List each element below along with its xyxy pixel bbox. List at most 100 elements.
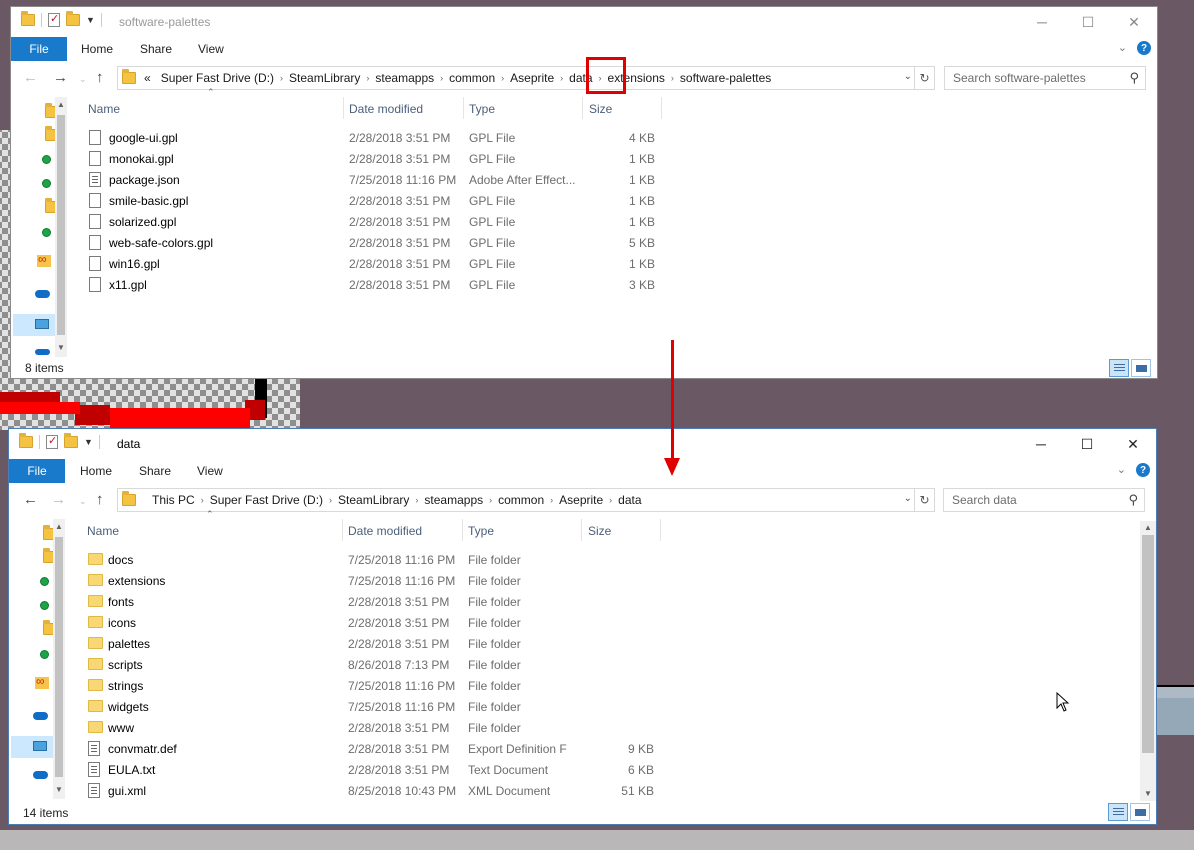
onedrive-icon[interactable] <box>33 712 48 720</box>
tab-file[interactable]: File <box>11 37 67 61</box>
breadcrumb-this-pc[interactable]: This PC <box>146 493 201 507</box>
help-icon[interactable]: ? <box>1136 463 1150 477</box>
scroll-up-icon[interactable]: ▲ <box>1144 523 1152 532</box>
breadcrumb-steamlibrary[interactable]: SteamLibrary <box>332 493 415 507</box>
list-item[interactable]: monokai.gpl 2/28/2018 3:51 PM GPL File 1 KB <box>81 149 681 170</box>
list-item[interactable]: smile-basic.gpl 2/28/2018 3:51 PM GPL File… <box>81 191 681 212</box>
details-view-button[interactable] <box>1109 359 1129 377</box>
list-item[interactable]: fonts 2/28/2018 3:51 PM File folder <box>79 592 679 613</box>
list-item[interactable]: google-ui.gpl 2/28/2018 3:51 PM GPL File 4 … <box>81 128 681 149</box>
scroll-down-icon[interactable]: ▼ <box>1144 789 1152 798</box>
refresh-icon[interactable]: ↻ <box>914 67 934 89</box>
list-item[interactable]: widgets 7/25/2018 11:16 PM File folder <box>79 697 679 718</box>
list-item[interactable]: convmatr.def 2/28/2018 3:51 PM Export Defi… <box>79 739 679 760</box>
address-dropdown-icon[interactable]: ⌄ <box>904 493 912 504</box>
navigation-pane[interactable]: ▲ ▼ <box>9 519 65 799</box>
tab-home[interactable]: Home <box>80 464 112 478</box>
list-item[interactable]: win16.gpl 2/28/2018 3:51 PM GPL File 1 KB <box>81 254 681 275</box>
forward-arrow-icon[interactable]: → <box>51 491 66 508</box>
this-pc-icon[interactable] <box>33 741 47 751</box>
minimize-button[interactable]: ─ <box>1019 7 1065 37</box>
column-size[interactable]: Size <box>588 524 611 538</box>
breadcrumb-data[interactable]: data <box>612 493 647 507</box>
search-input[interactable]: Search software-palettes ⚲ <box>944 66 1146 90</box>
list-item[interactable]: www 2/28/2018 3:51 PM File folder <box>79 718 679 739</box>
forward-arrow-icon[interactable]: → <box>53 69 68 86</box>
navigation-pane[interactable]: ▲ ▼ <box>11 97 67 357</box>
list-item[interactable]: docs 7/25/2018 11:16 PM File folder <box>79 550 679 571</box>
expand-ribbon-chevron-icon[interactable]: ⌄ <box>1118 41 1127 54</box>
breadcrumb-steamapps[interactable]: steamapps <box>418 493 489 507</box>
back-arrow-icon[interactable]: ← <box>23 69 38 86</box>
chevron-down-icon[interactable]: ▼ <box>84 437 93 447</box>
network-icon[interactable] <box>35 349 50 355</box>
breadcrumb-aseprite[interactable]: Aseprite <box>504 71 560 85</box>
refresh-icon[interactable]: ↻ <box>914 489 934 511</box>
minimize-button[interactable]: ─ <box>1018 429 1064 459</box>
address-bar[interactable]: This PC › Super Fast Drive (D:) › SteamL… <box>117 488 935 512</box>
recent-chevron-icon[interactable]: ⌄ <box>79 74 87 85</box>
scroll-up-icon[interactable]: ▲ <box>57 100 65 109</box>
details-view-button[interactable] <box>1108 803 1128 821</box>
column-type[interactable]: Type <box>469 102 495 116</box>
list-item[interactable]: gui.xml 8/25/2018 10:43 PM XML Document 51 … <box>79 781 679 802</box>
column-size[interactable]: Size <box>589 102 612 116</box>
breadcrumb-steamapps[interactable]: steamapps <box>369 71 440 85</box>
search-input[interactable]: Search data ⚲ <box>943 488 1145 512</box>
network-icon[interactable] <box>33 771 48 779</box>
list-item[interactable]: EULA.txt 2/28/2018 3:51 PM Text Document 6 … <box>79 760 679 781</box>
new-folder-icon[interactable] <box>64 433 78 448</box>
list-item[interactable]: scripts 8/26/2018 7:13 PM File folder <box>79 655 679 676</box>
close-button[interactable]: ✕ <box>1111 7 1157 37</box>
column-date-modified[interactable]: Date modified <box>348 524 422 538</box>
large-icons-view-button[interactable] <box>1131 359 1151 377</box>
creative-cloud-icon[interactable] <box>37 252 51 267</box>
chevron-down-icon[interactable]: ▼ <box>86 15 95 25</box>
maximize-button[interactable]: ☐ <box>1065 7 1111 37</box>
list-item[interactable]: x11.gpl 2/28/2018 3:51 PM GPL File 3 KB <box>81 275 681 296</box>
breadcrumb-aseprite[interactable]: Aseprite <box>553 493 609 507</box>
search-icon[interactable]: ⚲ <box>1128 492 1138 508</box>
help-icon[interactable]: ? <box>1137 41 1151 55</box>
tab-view[interactable]: View <box>197 464 223 478</box>
column-date-modified[interactable]: Date modified <box>349 102 423 116</box>
breadcrumb-drive[interactable]: Super Fast Drive (D:) <box>155 71 280 85</box>
breadcrumb-software-palettes[interactable]: software-palettes <box>674 71 777 85</box>
file-list-scrollbar-thumb[interactable] <box>1142 535 1154 753</box>
list-item[interactable]: palettes 2/28/2018 3:51 PM File folder <box>79 634 679 655</box>
column-divider[interactable] <box>582 97 583 119</box>
list-item[interactable]: package.json 7/25/2018 11:16 PM Adobe Afte… <box>81 170 681 191</box>
large-icons-view-button[interactable] <box>1130 803 1150 821</box>
up-arrow-icon[interactable]: ↑ <box>96 69 104 86</box>
address-dropdown-icon[interactable]: ⌄ <box>904 71 912 82</box>
properties-icon[interactable] <box>46 434 58 449</box>
column-divider[interactable] <box>462 519 463 541</box>
tab-file[interactable]: File <box>9 459 65 483</box>
column-divider[interactable] <box>463 97 464 119</box>
scroll-up-icon[interactable]: ▲ <box>55 522 63 531</box>
tab-share[interactable]: Share <box>139 464 171 478</box>
back-arrow-icon[interactable]: ← <box>23 491 38 508</box>
breadcrumb-common[interactable]: common <box>492 493 550 507</box>
column-divider[interactable] <box>660 519 661 541</box>
close-button[interactable]: ✕ <box>1110 429 1156 459</box>
scroll-down-icon[interactable]: ▼ <box>55 785 63 794</box>
scroll-down-icon[interactable]: ▼ <box>57 343 65 352</box>
search-icon[interactable]: ⚲ <box>1129 70 1139 86</box>
nav-scrollbar-thumb[interactable] <box>55 537 63 777</box>
tab-share[interactable]: Share <box>140 42 172 56</box>
nav-scrollbar-thumb[interactable] <box>57 115 65 335</box>
onedrive-icon[interactable] <box>35 290 50 298</box>
address-bar[interactable]: « Super Fast Drive (D:) › SteamLibrary ›… <box>117 66 935 90</box>
tab-view[interactable]: View <box>198 42 224 56</box>
column-divider[interactable] <box>581 519 582 541</box>
breadcrumb-common[interactable]: common <box>443 71 501 85</box>
column-name[interactable]: Name <box>87 524 119 538</box>
column-divider[interactable] <box>661 97 662 119</box>
tab-home[interactable]: Home <box>81 42 113 56</box>
list-item[interactable]: extensions 7/25/2018 11:16 PM File folder <box>79 571 679 592</box>
breadcrumb-drive[interactable]: Super Fast Drive (D:) <box>204 493 329 507</box>
new-folder-icon[interactable] <box>66 11 80 26</box>
list-item[interactable]: web-safe-colors.gpl 2/28/2018 3:51 PM GPL … <box>81 233 681 254</box>
breadcrumb-overflow[interactable]: « <box>140 71 155 85</box>
